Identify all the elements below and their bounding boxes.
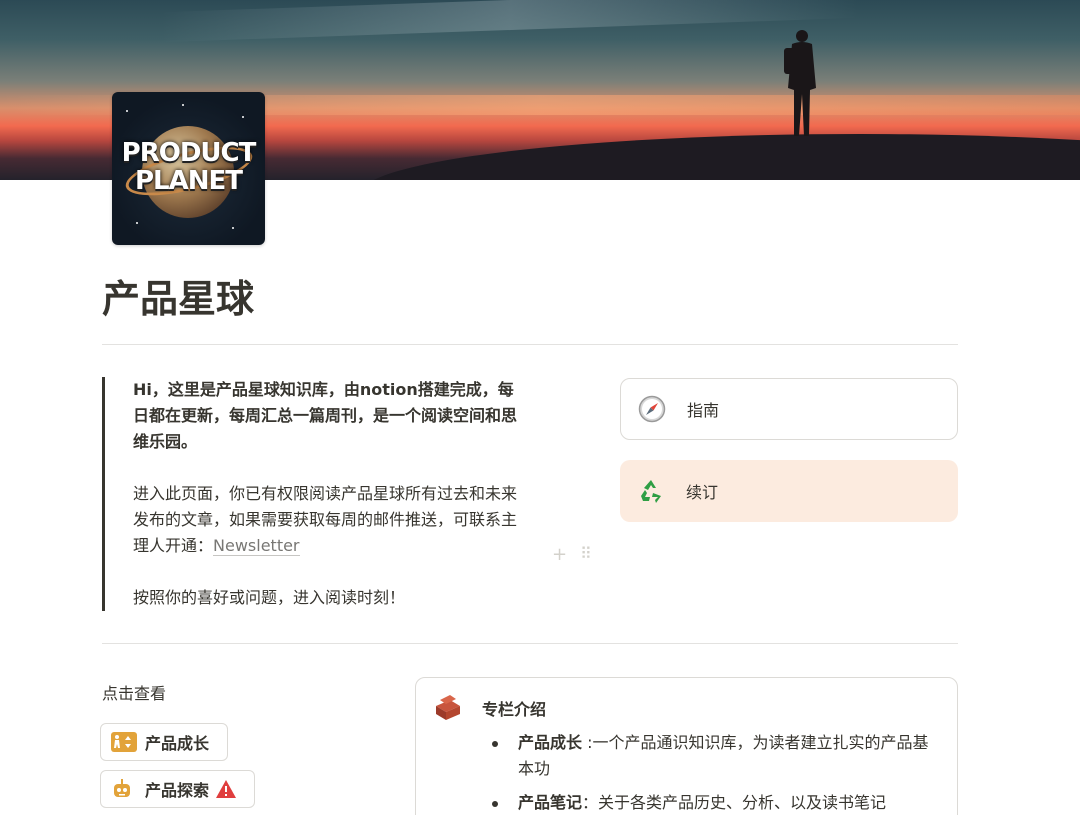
bricks-icon: [432, 692, 464, 722]
logo-star: [126, 110, 128, 112]
robot-icon: [111, 778, 137, 800]
person-silhouette: [784, 30, 816, 136]
product-explore-label: 产品探索: [145, 781, 210, 800]
list-item: 产品成长 :一个产品通识知识库，为读者建立扎实的产品基本功: [492, 730, 936, 782]
logo-star: [182, 104, 184, 106]
guide-callout[interactable]: 指南: [620, 378, 958, 440]
page-icon-logo[interactable]: PRODUCT PLANET: [112, 92, 265, 245]
list-item-term[interactable]: 产品笔记: [518, 793, 582, 812]
column-list: 产品成长 :一个产品通识知识库，为读者建立扎实的产品基本功 产品笔记：关于各类产…: [492, 730, 936, 815]
cover-cloud-streak: [160, 0, 860, 43]
logo-text-line2: PLANET: [134, 166, 243, 196]
list-item: 产品笔记：关于各类产品历史、分析、以及读书笔记: [492, 790, 936, 815]
guide-label: 指南: [687, 401, 720, 420]
escalator-icon: [111, 731, 137, 753]
intro-paragraph-2-text: 进入此页面，你已有权限阅读产品星球所有过去和未来发布的文章，如果需要获取每周的邮…: [133, 484, 518, 555]
product-growth-label: 产品成长: [145, 734, 210, 753]
logo-text-line1: PRODUCT: [121, 138, 257, 168]
newsletter-link[interactable]: Newsletter: [213, 536, 300, 556]
product-explore-link[interactable]: 产品探索: [100, 770, 255, 808]
intro-paragraph-2: 进入此页面，你已有权限阅读产品星球所有过去和未来发布的文章，如果需要获取每周的邮…: [133, 481, 522, 559]
renew-callout[interactable]: 续订: [620, 460, 958, 522]
compass-icon: [637, 394, 667, 424]
renew-label: 续订: [686, 483, 719, 502]
intro-quote[interactable]: Hi，这里是产品星球知识库，由notion搭建完成，每日都在更新，每周汇总一篇周…: [102, 377, 522, 611]
logo-star: [136, 222, 138, 224]
product-growth-link[interactable]: 产品成长: [100, 723, 228, 761]
click-to-view-label: 点击查看: [102, 684, 167, 703]
logo-star: [242, 116, 244, 118]
cover-hill: [360, 134, 1080, 180]
logo-star: [232, 227, 234, 229]
recycle-icon: [636, 476, 666, 506]
list-item-term[interactable]: 产品成长: [518, 733, 582, 752]
column-intro-callout[interactable]: 专栏介绍 产品成长 :一个产品通识知识库，为读者建立扎实的产品基本功 产品笔记：…: [415, 677, 958, 815]
divider: [102, 643, 958, 644]
intro-paragraph-1: Hi，这里是产品星球知识库，由notion搭建完成，每日都在更新，每周汇总一篇周…: [133, 380, 518, 451]
intro-paragraph-3: 按照你的喜好或问题，进入阅读时刻！: [133, 588, 406, 607]
list-item-text: ：关于各类产品历史、分析、以及读书笔记: [582, 793, 887, 812]
page-title[interactable]: 产品星球: [102, 268, 254, 323]
add-block-icon[interactable]: +: [552, 544, 567, 565]
warning-icon: [215, 778, 237, 800]
column-title: 专栏介绍: [482, 700, 547, 719]
drag-handle-icon[interactable]: ⠿: [580, 544, 592, 563]
divider: [102, 344, 958, 345]
